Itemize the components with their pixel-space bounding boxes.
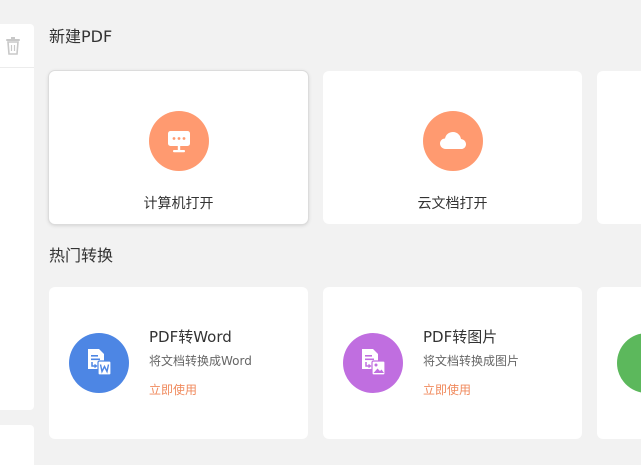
open-from-cloud-card[interactable]: 云文档打开 [323, 71, 582, 224]
pdf-to-image-use-link[interactable]: 立即使用 [423, 381, 471, 398]
pdf-to-image-card[interactable]: PDF转图片 将文档转换成图片 立即使用 [323, 287, 582, 439]
pdf-convert-icon [617, 333, 641, 393]
open-from-computer-label: 计算机打开 [143, 196, 214, 212]
convert-card-partial[interactable] [597, 287, 641, 439]
pdf-to-image-icon [343, 333, 403, 393]
computer-icon [148, 111, 209, 171]
pdf-to-image-desc: 将文档转换成图片 [423, 354, 520, 368]
left-panel [0, 24, 34, 410]
pdf-to-word-desc: 将文档转换成Word [149, 354, 252, 368]
panel-divider [0, 67, 34, 68]
section-title-hot-convert: 热门转换 [49, 246, 114, 265]
open-from-computer-card[interactable]: 计算机打开 [49, 71, 308, 224]
pdf-to-word-title: PDF转Word [149, 328, 232, 346]
section-title-new-pdf: 新建PDF [49, 27, 113, 46]
pdf-to-image-title: PDF转图片 [423, 328, 498, 346]
open-from-cloud-label: 云文档打开 [417, 196, 488, 212]
cloud-icon [422, 111, 483, 171]
pdf-to-word-use-link[interactable]: 立即使用 [149, 381, 197, 398]
open-card-partial[interactable] [597, 71, 641, 224]
pdf-to-word-icon [69, 333, 129, 393]
left-panel-lower [0, 425, 34, 465]
trash-icon[interactable] [5, 37, 21, 55]
pdf-to-word-card[interactable]: PDF转Word 将文档转换成Word 立即使用 [49, 287, 308, 439]
